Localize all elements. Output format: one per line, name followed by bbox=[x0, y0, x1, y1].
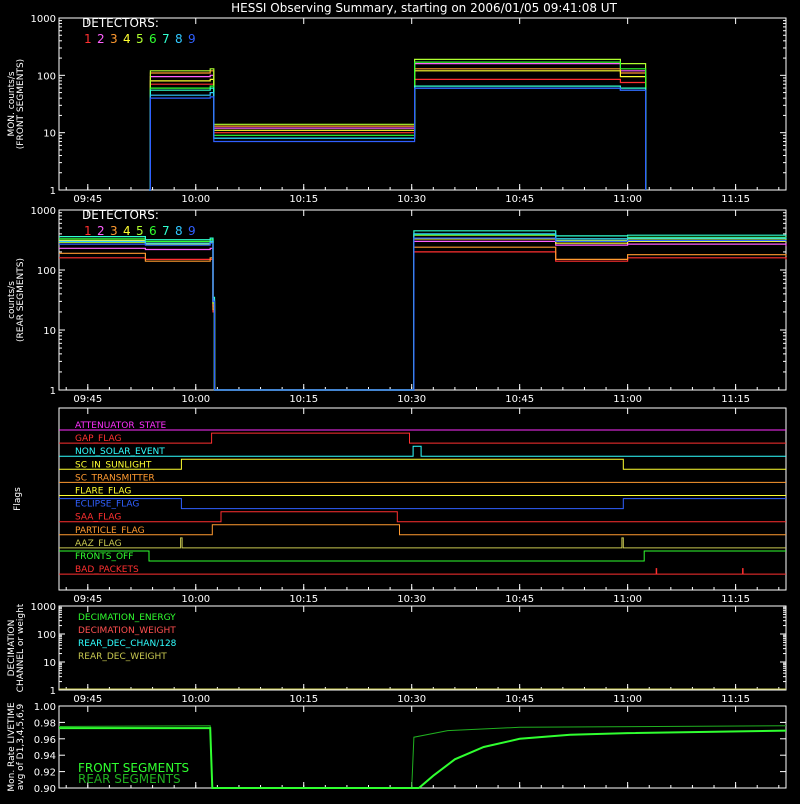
x-tick-label: 11:00 bbox=[613, 694, 642, 705]
x-tick-label: 10:45 bbox=[505, 194, 534, 205]
decimation-legend-0: DECIMATION_ENERGY bbox=[78, 613, 176, 623]
y-tick-label: 1 bbox=[50, 186, 56, 197]
y-axis-label: (REAR SEGMENTS) bbox=[16, 258, 26, 342]
x-tick-label: 10:15 bbox=[289, 694, 318, 705]
legend-detector-8: 8 bbox=[175, 224, 183, 238]
x-tick-label: 10:30 bbox=[397, 594, 426, 605]
x-tick-label: 10:45 bbox=[505, 694, 534, 705]
legend-detector-9: 9 bbox=[188, 32, 196, 46]
y-tick-label: 100 bbox=[37, 266, 56, 277]
decimation-legend-2: REAR_DEC_CHAN/128 bbox=[78, 639, 177, 649]
y-tick-label: 0.98 bbox=[34, 718, 56, 729]
x-tick-label: 10:00 bbox=[181, 694, 210, 705]
legend-detector-4: 4 bbox=[123, 32, 131, 46]
y-tick-label: 10 bbox=[43, 658, 56, 669]
x-tick-label: 10:30 bbox=[397, 194, 426, 205]
y-axis-label: CHANNEL or weight bbox=[16, 603, 26, 692]
y-tick-label: 0.92 bbox=[34, 768, 56, 779]
x-tick-label: 10:00 bbox=[181, 194, 210, 205]
x-tick-label: 09:45 bbox=[73, 394, 102, 405]
y-tick-label: 10 bbox=[43, 129, 56, 140]
legend-detector-3: 3 bbox=[110, 32, 118, 46]
livetime-legend-1: REAR SEGMENTS bbox=[78, 772, 181, 786]
y-tick-label: 1000 bbox=[31, 206, 56, 217]
y-tick-label: 1000 bbox=[31, 14, 56, 25]
legend-detector-2: 2 bbox=[97, 32, 105, 46]
legend-detector-5: 5 bbox=[136, 224, 144, 238]
x-tick-label: 11:15 bbox=[721, 394, 750, 405]
y-tick-label: 1.00 bbox=[34, 702, 56, 713]
legend-title: DETECTORS: bbox=[82, 208, 159, 222]
flag-label-fronts_off: FRONTS_OFF bbox=[75, 552, 133, 562]
x-tick-label: 10:15 bbox=[289, 394, 318, 405]
x-tick-label: 09:45 bbox=[73, 694, 102, 705]
y-tick-label: 1 bbox=[50, 386, 56, 397]
x-tick-label: 10:00 bbox=[181, 594, 210, 605]
legend-detector-5: 5 bbox=[136, 32, 144, 46]
x-tick-label: 11:15 bbox=[721, 594, 750, 605]
legend-detector-4: 4 bbox=[123, 224, 131, 238]
y-axis-label: (FRONT SEGMENTS) bbox=[16, 59, 26, 149]
legend-detector-7: 7 bbox=[162, 32, 170, 46]
chart-title: HESSI Observing Summary, starting on 200… bbox=[231, 1, 617, 15]
legend-detector-2: 2 bbox=[97, 224, 105, 238]
y-tick-label: 1000 bbox=[31, 602, 56, 613]
y-axis-label: Flags bbox=[13, 487, 23, 511]
x-tick-label: 10:15 bbox=[289, 594, 318, 605]
decimation-legend-3: REAR_DEC_WEIGHT bbox=[78, 652, 167, 662]
hessi-summary-figure: HESSI Observing Summary, starting on 200… bbox=[0, 0, 800, 800]
y-tick-label: 1 bbox=[50, 686, 56, 697]
legend-detector-6: 6 bbox=[149, 32, 157, 46]
flag-label-eclipse_flag: ECLIPSE_FLAG bbox=[75, 500, 139, 510]
x-tick-label: 11:00 bbox=[613, 594, 642, 605]
legend-detector-8: 8 bbox=[175, 32, 183, 46]
y-tick-label: 10 bbox=[43, 326, 56, 337]
y-tick-label: 100 bbox=[37, 71, 56, 82]
x-tick-label: 10:00 bbox=[181, 394, 210, 405]
y-tick-label: 100 bbox=[37, 630, 56, 641]
figure-canvas: HESSI Observing Summary, starting on 200… bbox=[0, 0, 800, 800]
x-tick-label: 09:45 bbox=[73, 194, 102, 205]
x-tick-label: 10:45 bbox=[505, 394, 534, 405]
decimation-legend-1: DECIMATION_WEIGHT bbox=[78, 626, 176, 636]
legend-detector-6: 6 bbox=[149, 224, 157, 238]
x-tick-label: 10:30 bbox=[397, 694, 426, 705]
x-tick-label: 09:45 bbox=[73, 594, 102, 605]
legend-detector-7: 7 bbox=[162, 224, 170, 238]
y-tick-label: 0.90 bbox=[34, 784, 56, 795]
legend-detector-1: 1 bbox=[84, 32, 92, 46]
x-tick-label: 10:30 bbox=[397, 394, 426, 405]
x-tick-label: 11:15 bbox=[721, 694, 750, 705]
legend-detector-1: 1 bbox=[84, 224, 92, 238]
x-tick-label: 11:00 bbox=[613, 394, 642, 405]
x-tick-label: 11:00 bbox=[613, 194, 642, 205]
x-tick-label: 10:15 bbox=[289, 194, 318, 205]
legend-title: DETECTORS: bbox=[82, 16, 159, 30]
legend-detector-9: 9 bbox=[188, 224, 196, 238]
x-tick-label: 10:45 bbox=[505, 594, 534, 605]
legend-detector-3: 3 bbox=[110, 224, 118, 238]
y-tick-label: 0.94 bbox=[34, 751, 56, 762]
y-axis-label: avg of D1,3,4,5,6,9 bbox=[16, 703, 26, 790]
x-tick-label: 11:15 bbox=[721, 194, 750, 205]
y-tick-label: 0.96 bbox=[34, 735, 56, 746]
